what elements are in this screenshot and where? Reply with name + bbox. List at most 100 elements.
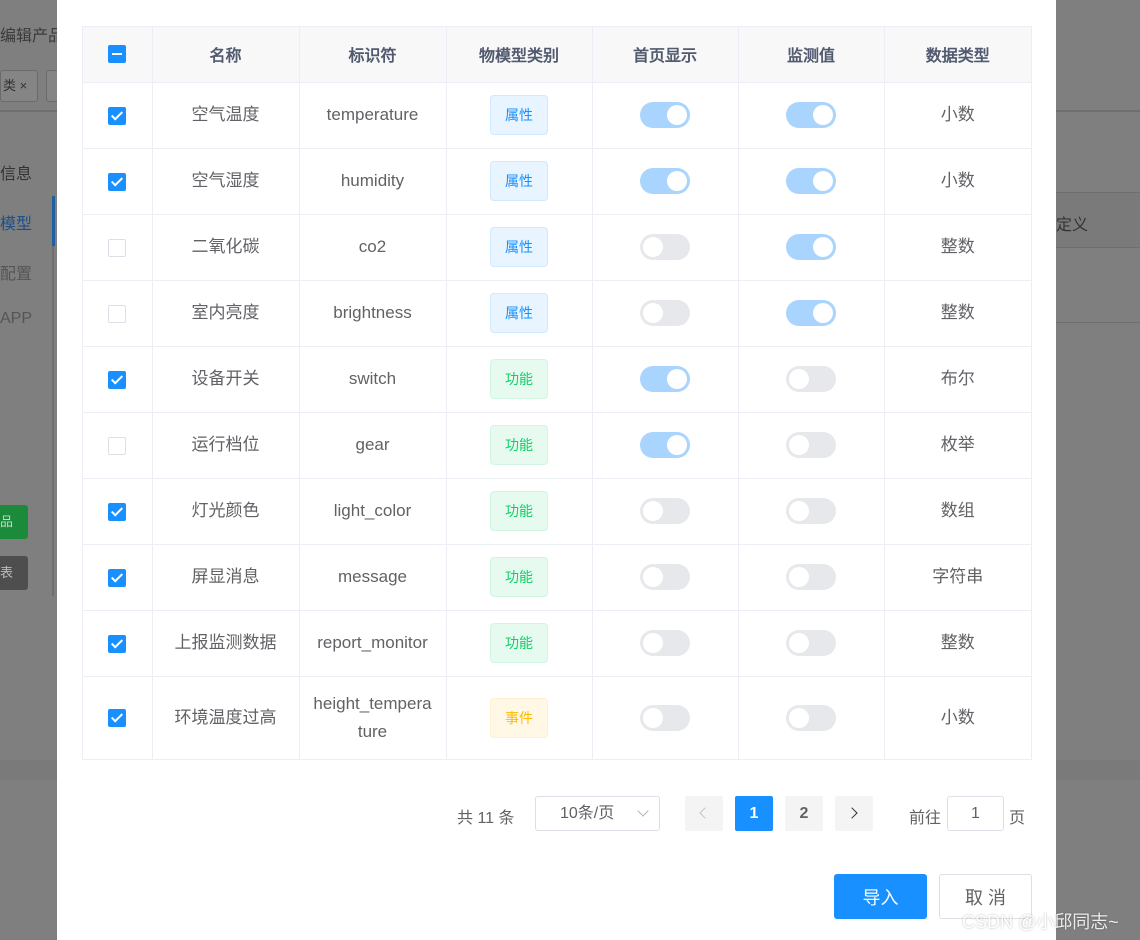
table-row: 室内亮度 brightness 属性 整数	[83, 280, 1031, 347]
row-category-cell: 属性	[446, 280, 593, 347]
row-checkbox[interactable]	[108, 502, 127, 521]
row-data-type: 小数	[940, 707, 975, 727]
monitor-value-switch[interactable]	[786, 432, 836, 458]
home-display-switch[interactable]	[640, 366, 690, 392]
home-display-switch[interactable]	[640, 630, 690, 656]
row-identifier: switch	[348, 369, 397, 388]
home-display-switch[interactable]	[640, 704, 690, 731]
header-name: 名称	[152, 27, 300, 83]
home-display-switch[interactable]	[640, 564, 690, 590]
table-row: 空气温度 temperature 属性 小数	[83, 82, 1031, 149]
row-checkbox[interactable]	[108, 370, 127, 389]
row-data-type: 字符串	[932, 567, 984, 586]
row-checkbox[interactable]	[108, 106, 127, 125]
monitor-value-switch[interactable]	[786, 168, 836, 194]
home-display-switch[interactable]	[640, 168, 690, 194]
row-name: 运行档位	[191, 435, 260, 454]
page-size-select[interactable]: 10条/页	[535, 796, 660, 831]
monitor-value-switch[interactable]	[786, 102, 836, 128]
row-select-cell	[83, 214, 153, 281]
row-category-cell: 功能	[446, 478, 593, 545]
row-home-cell	[592, 148, 739, 215]
category-tag: 属性	[490, 95, 548, 135]
monitor-value-switch[interactable]	[786, 564, 836, 590]
row-dtype-cell: 布尔	[884, 346, 1031, 413]
row-monitor-cell	[738, 610, 885, 677]
row-checkbox[interactable]	[108, 172, 127, 191]
row-checkbox[interactable]	[108, 304, 127, 323]
home-display-switch[interactable]	[640, 432, 690, 458]
row-dtype-cell: 整数	[884, 610, 1031, 677]
row-name: 屏显消息	[191, 567, 260, 586]
row-data-type: 整数	[940, 633, 975, 652]
bg-green-button: 品	[0, 505, 28, 539]
switch-knob	[789, 501, 809, 521]
category-tag: 功能	[490, 491, 548, 531]
switch-knob	[643, 237, 663, 257]
page-button-1[interactable]: 1	[735, 796, 773, 831]
row-dtype-cell: 枚举	[884, 412, 1031, 479]
row-identifier: height_temperature	[313, 693, 432, 741]
row-select-cell	[83, 478, 153, 545]
row-monitor-cell	[738, 280, 885, 347]
row-identifier-cell: humidity	[299, 148, 447, 215]
row-identifier-cell: report_monitor	[299, 610, 447, 677]
row-name-cell: 室内亮度	[152, 280, 300, 347]
switch-knob	[813, 105, 833, 125]
monitor-value-switch[interactable]	[786, 630, 836, 656]
row-home-cell	[592, 82, 739, 149]
row-checkbox[interactable]	[108, 634, 127, 653]
row-select-cell	[83, 412, 153, 479]
bg-tab-tag: 类 ×	[0, 70, 38, 102]
row-home-cell	[592, 346, 739, 413]
header-select-all	[83, 27, 153, 83]
pagination: 共 11 条 10条/页 1 2 前往 页	[57, 796, 1056, 832]
row-select-cell	[83, 280, 153, 347]
row-identifier: light_color	[333, 501, 412, 520]
chevron-down-icon	[637, 805, 649, 817]
row-data-type: 数组	[940, 501, 975, 520]
goto-page-input[interactable]	[947, 796, 1004, 831]
row-data-type: 小数	[940, 105, 975, 124]
switch-knob	[667, 105, 687, 125]
thing-model-table: 名称 标识符 物模型类别 首页显示 监测值 数据类型 空气温度 temperatu…	[82, 26, 1032, 760]
row-dtype-cell: 整数	[884, 214, 1031, 281]
monitor-value-switch[interactable]	[786, 234, 836, 260]
row-identifier: humidity	[340, 171, 405, 190]
monitor-value-switch[interactable]	[786, 498, 836, 524]
switch-knob	[667, 369, 687, 389]
home-display-switch[interactable]	[640, 498, 690, 524]
table-row: 灯光颜色 light_color 功能 数组	[83, 478, 1031, 545]
page-button-2[interactable]: 2	[785, 796, 823, 831]
switch-knob	[667, 171, 687, 191]
monitor-value-switch[interactable]	[786, 366, 836, 392]
next-page-button[interactable]	[835, 796, 873, 831]
row-home-cell	[592, 676, 739, 759]
monitor-value-switch[interactable]	[786, 704, 836, 731]
row-identifier: report_monitor	[317, 633, 428, 652]
row-name: 二氧化碳	[191, 237, 260, 256]
row-checkbox[interactable]	[108, 238, 127, 257]
bg-page-title: 编辑产品	[0, 28, 65, 45]
row-name: 上报监测数据	[174, 633, 277, 652]
watermark: CSDN @小邱同志~	[962, 912, 1119, 932]
row-category-cell: 功能	[446, 346, 593, 413]
row-name-cell: 空气温度	[152, 82, 300, 149]
row-name: 环境温度过高	[174, 707, 277, 727]
row-home-cell	[592, 610, 739, 677]
row-checkbox[interactable]	[108, 709, 127, 728]
home-display-switch[interactable]	[640, 102, 690, 128]
import-button[interactable]: 导入	[834, 874, 927, 919]
row-monitor-cell	[738, 346, 885, 413]
monitor-value-switch[interactable]	[786, 300, 836, 326]
home-display-switch[interactable]	[640, 300, 690, 326]
row-checkbox[interactable]	[108, 436, 127, 455]
row-checkbox[interactable]	[108, 568, 127, 587]
switch-knob	[813, 237, 833, 257]
home-display-switch[interactable]	[640, 234, 690, 260]
row-name-cell: 设备开关	[152, 346, 300, 413]
table-row: 设备开关 switch 功能 布尔	[83, 346, 1031, 413]
header-identifier: 标识符	[299, 27, 447, 83]
select-all-checkbox[interactable]	[108, 45, 127, 64]
prev-page-button[interactable]	[685, 796, 723, 831]
